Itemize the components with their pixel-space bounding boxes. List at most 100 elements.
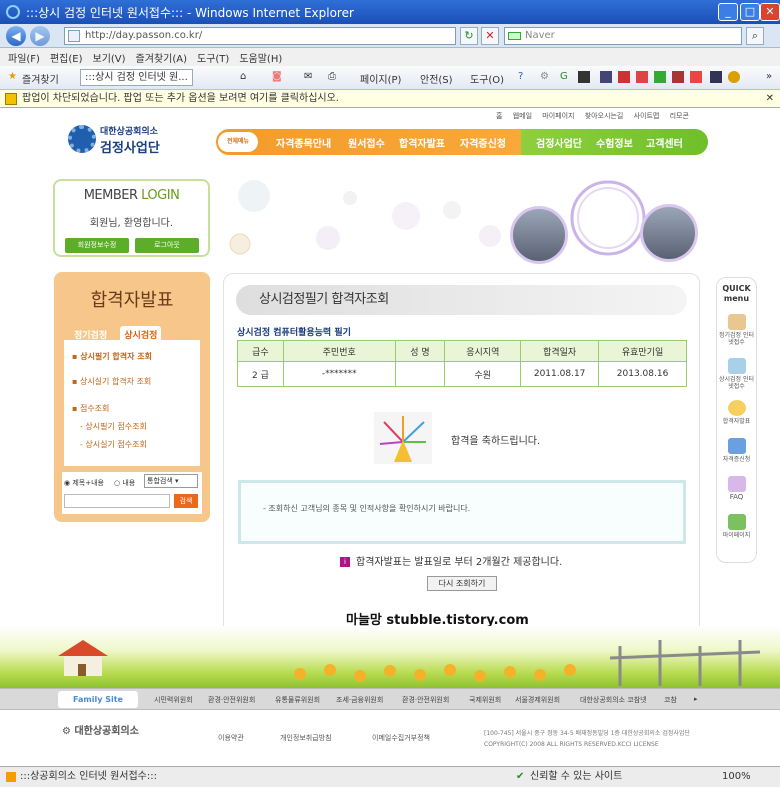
gnb-item-exam-info[interactable]: 수험정보 [596,135,633,150]
util-sitemap-link[interactable]: 사이트맵 [634,112,660,120]
close-icon[interactable]: ✕ [766,90,774,108]
addon-icon[interactable] [636,71,648,83]
addon-icon[interactable] [728,71,740,83]
lnb-item-practical-results[interactable]: ▪ 상시실기 합격자 조회 [72,376,151,387]
more-chevron-icon[interactable]: » [766,71,772,82]
ie-icon [6,5,20,19]
util-mypage-link[interactable]: 마이페이지 [542,112,574,120]
footer-email-policy-link[interactable]: 이메일수집거부정책 [372,733,430,743]
chevron-right-icon[interactable]: ▸ [694,695,698,703]
retry-lookup-button[interactable]: 다시 조회하기 [427,576,497,591]
page-menu[interactable]: 페이지(P) [360,71,401,86]
gnb-item-division[interactable]: 검정사업단 [536,135,582,150]
safety-menu[interactable]: 안전(S) [420,71,453,86]
quick-ondemand-apply[interactable]: 상시검정 인터넷접수 [717,358,756,390]
search-go-button[interactable]: ⌕ [746,27,764,45]
cell-id-number: -******* [282,361,396,387]
gnb-item-apply[interactable]: 원서접수 [348,135,385,150]
menu-file[interactable]: 파일(F) [8,50,40,65]
gnb-item-support[interactable]: 고객센터 [646,135,683,150]
radio-content[interactable]: ○ 내용 [114,478,135,488]
family-link[interactable]: 환경·안전위원회 [208,695,255,705]
family-link[interactable]: 서울경제위원회 [515,695,560,705]
quick-regular-apply[interactable]: 정기검정 인터넷접수 [717,314,756,346]
family-link[interactable]: 시민력위원회 [154,695,193,705]
house-illustration [48,638,118,678]
menu-edit[interactable]: 편집(E) [50,50,83,65]
print-icon[interactable]: ⎙ [328,71,336,82]
radio-title-content[interactable]: ◉ 제목+내용 [64,478,104,488]
util-remote-link[interactable]: 리모콘 [670,112,689,120]
top-banner-decoration [220,176,720,266]
feed-icon[interactable]: ◙ [272,71,282,82]
zoom-level[interactable]: 100% [722,767,751,787]
favorites-star-icon: ★ [8,71,17,82]
addon-icon[interactable] [618,71,630,83]
util-webmail-link[interactable]: 웹메일 [513,112,532,120]
stop-button[interactable]: ✕ [481,27,499,45]
quick-results[interactable]: 합격자발표 [717,400,756,425]
lnb-search-button[interactable]: 검색 [174,494,198,508]
addon-icon[interactable] [578,71,590,83]
checkmark-icon: ✔ [516,771,525,782]
quick-mypage[interactable]: 마이페이지 [717,514,756,539]
addon-icon[interactable] [600,71,612,83]
family-link[interactable]: 환경·안전위원회 [402,695,449,705]
family-link[interactable]: 국제위원회 [469,695,501,705]
addon-icon[interactable] [672,71,684,83]
settings-gear-icon[interactable]: ⚙ [540,71,549,82]
maximize-button[interactable]: □ [740,3,760,21]
footer-terms-link[interactable]: 이용약관 [218,733,244,743]
addon-icon[interactable] [654,71,666,83]
menu-tools[interactable]: 도구(T) [197,50,229,65]
popup-blocked-infobar[interactable]: 팝업이 차단되었습니다. 팝업 또는 추가 옵션을 보려면 여기를 클릭하십시오… [0,90,780,108]
url-input[interactable]: http://day.passon.co.kr/ [64,27,456,45]
quick-faq[interactable]: FAQ [717,476,756,501]
security-zone[interactable]: 신뢰할 수 있는 사이트 [530,767,622,787]
lnb-item-written-score[interactable]: - 상시필기 점수조회 [80,421,147,432]
edit-profile-button[interactable]: 회원정보수정 [65,238,129,253]
util-directions-link[interactable]: 찾아오시는길 [585,112,624,120]
login-title: MEMBER LOGIN [83,188,180,203]
close-button[interactable]: ✕ [760,3,780,21]
menu-help[interactable]: 도움말(H) [239,50,282,65]
browser-tab[interactable]: :::상시 검정 인터넷 원... [80,69,193,86]
lnb-item-written-results[interactable]: ▪ 상시필기 합격자 조회 [72,351,152,362]
gnb-item-certificate[interactable]: 자격증신청 [460,135,506,150]
lnb-item-practical-score[interactable]: - 상시실기 점수조회 [80,439,147,450]
minimize-button[interactable]: _ [718,3,738,21]
site-logo[interactable]: 대한상공회의소 검정사업단 [68,122,178,156]
family-link[interactable]: 코참 [664,695,677,705]
family-link[interactable]: 조세·금융위원회 [336,695,383,705]
mail-icon[interactable]: ✉ [304,71,312,82]
util-home-link[interactable]: 홈 [496,112,502,120]
tools-menu[interactable]: 도구(O) [470,71,504,86]
left-submenu: 합격자발표 정기검정 상시검정 ▪ 상시필기 합격자 조회 ▪ 상시실기 합격자… [54,272,210,522]
quick-certificate[interactable]: 자격증신청 [717,438,756,463]
family-link[interactable]: 대한상공회의소 코참넷 [580,695,647,705]
lnb-search-input[interactable] [64,494,170,508]
addon-icon[interactable] [690,71,702,83]
help-icon[interactable]: ? [518,71,523,82]
footer-privacy-link[interactable]: 개인정보취급방침 [280,733,332,743]
page-icon [68,30,80,42]
gnb-item-info[interactable]: 자격종목안내 [276,135,331,150]
menu-view[interactable]: 보기(V) [93,50,126,65]
back-button[interactable]: ◀ [6,26,26,46]
favorites-button[interactable]: 즐겨찾기 [22,71,59,86]
refresh-button[interactable]: ↻ [460,27,478,45]
search-input[interactable]: Naver [504,27,742,45]
magnifier-icon [727,400,746,416]
addon-g-icon[interactable]: G [560,71,568,82]
all-menu-button[interactable]: 전체메뉴 [218,132,258,152]
menu-favorites[interactable]: 즐겨찾기(A) [136,50,187,65]
home-icon[interactable]: ⌂ [240,71,246,82]
family-link[interactable]: 유통물류위원회 [275,695,320,705]
lnb-item-score[interactable]: ▪ 점수조회 [72,403,109,414]
addon-icon[interactable] [710,71,722,83]
search-scope-select[interactable]: 통합검색 ▾ [144,474,198,488]
gnb-item-results[interactable]: 합격자발표 [399,135,445,150]
forward-button[interactable]: ▶ [30,26,50,46]
footer-address: [100-745] 서울시 중구 정동 34-5 배재정동빌딩 1층 대한상공회… [484,728,690,750]
logout-button[interactable]: 로그아웃 [135,238,199,253]
